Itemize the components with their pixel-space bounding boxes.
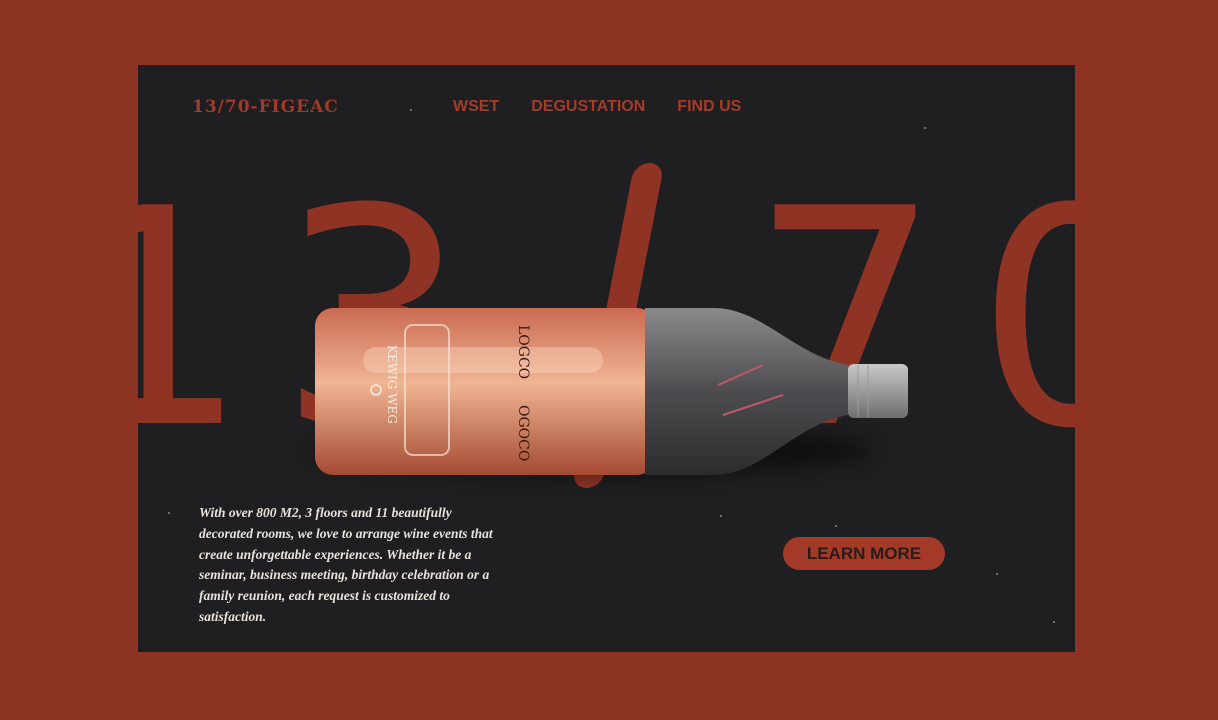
main-nav: WSET DEGUSTATION FIND US: [453, 98, 741, 116]
dust-speck: [1053, 621, 1055, 623]
hero-panel: 1 3 7 0 13/70-FIGEAC WSET DEGUSTATION FI…: [138, 65, 1075, 652]
wine-bottle-image: KEWIG WEG LOGCO OGOCO: [293, 285, 923, 500]
learn-more-button[interactable]: LEARN MORE: [783, 537, 945, 570]
site-logo[interactable]: 13/70-FIGEAC: [192, 97, 339, 117]
svg-text:KEWIG WEG: KEWIG WEG: [385, 345, 399, 424]
hero-digit-1: 1: [138, 145, 249, 494]
nav-link-find-us[interactable]: FIND US: [677, 98, 741, 116]
nav-link-degustation[interactable]: DEGUSTATION: [531, 98, 645, 116]
dust-speck: [410, 109, 412, 111]
svg-text:OGOCO: OGOCO: [515, 405, 531, 461]
svg-text:LOGCO: LOGCO: [515, 325, 531, 379]
dust-speck: [835, 525, 837, 527]
dust-speck: [924, 127, 926, 129]
hero-digit-0: 0: [976, 145, 1075, 494]
dust-speck: [168, 512, 170, 514]
hero-description: With over 800 M2, 3 floors and 11 beauti…: [199, 505, 493, 624]
nav-link-wset[interactable]: WSET: [453, 98, 499, 116]
dust-speck: [996, 573, 998, 575]
dust-speck: [720, 515, 722, 517]
